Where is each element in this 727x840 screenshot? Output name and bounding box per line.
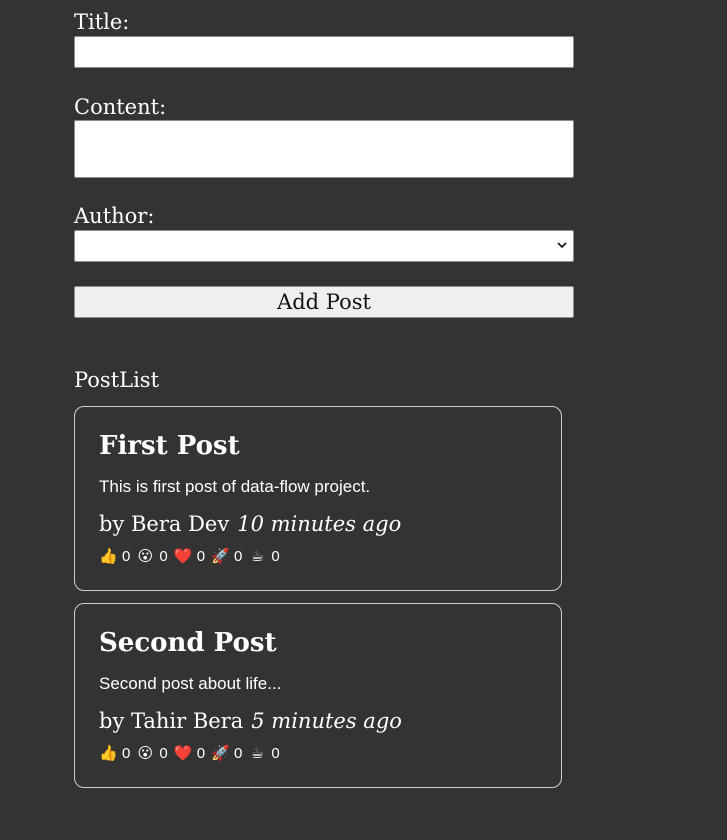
post-timestamp: 10 minutes ago (237, 512, 402, 536)
reaction-count: 0 (271, 547, 280, 565)
post-list-heading: PostList (74, 368, 160, 392)
reaction-count: 0 (159, 547, 168, 565)
reaction-count: 0 (271, 744, 280, 762)
rocket-icon: 🚀 (211, 547, 230, 565)
surprised-face-icon: 😮 (137, 744, 154, 762)
reaction-count: 0 (196, 744, 206, 762)
post-meta: by Bera Dev 10 minutes ago (99, 514, 401, 535)
author-label: Author: (74, 204, 155, 228)
surprised-face-icon: 😮 (137, 547, 154, 565)
chevron-down-icon (557, 239, 567, 251)
coffee-icon: ☕ (250, 547, 265, 565)
reaction-bar: 👍 0 😮 0 ❤️ 0 🚀 0 ☕ 0 (99, 547, 286, 565)
content-textarea[interactable] (74, 120, 574, 178)
heart-icon: ❤️ (173, 744, 193, 762)
reaction-surprised-button[interactable]: 😮 0 (136, 744, 168, 762)
add-post-button[interactable]: Add Post (74, 286, 574, 318)
reaction-count: 0 (122, 744, 131, 762)
post-content: This is first post of data-flow project. (99, 477, 371, 496)
post-title: Second Post (99, 628, 277, 658)
page: Title: Content: Author: Add Post PostLis… (0, 0, 727, 840)
thumbs-up-icon: 👍 (99, 744, 118, 762)
reaction-rocket-button[interactable]: 🚀 0 (211, 547, 242, 565)
reaction-count: 0 (234, 744, 243, 762)
reaction-count: 0 (196, 547, 206, 565)
post-meta: by Tahir Bera 5 minutes ago (99, 711, 402, 732)
reaction-rocket-button[interactable]: 🚀 0 (211, 744, 242, 762)
reaction-coffee-button[interactable]: ☕ 0 (248, 547, 280, 565)
post-content: Second post about life... (99, 674, 282, 693)
reaction-thumbs-up-button[interactable]: 👍 0 (99, 744, 130, 762)
post-card: First Post This is first post of data-fl… (74, 406, 562, 591)
reaction-count: 0 (122, 547, 131, 565)
reaction-heart-button[interactable]: ❤️ 0 (174, 547, 205, 565)
reaction-surprised-button[interactable]: 😮 0 (136, 547, 168, 565)
post-timestamp: 5 minutes ago (251, 709, 402, 733)
coffee-icon: ☕ (250, 744, 265, 762)
reaction-coffee-button[interactable]: ☕ 0 (248, 744, 280, 762)
post-author: by Tahir Bera (99, 709, 244, 733)
content-label: Content: (74, 95, 167, 119)
post-card: Second Post Second post about life... by… (74, 603, 562, 788)
title-label: Title: (74, 10, 130, 34)
reaction-thumbs-up-button[interactable]: 👍 0 (99, 547, 130, 565)
rocket-icon: 🚀 (211, 744, 230, 762)
post-title: First Post (99, 431, 240, 461)
heart-icon: ❤️ (173, 547, 193, 565)
title-input[interactable] (74, 36, 574, 68)
reaction-count: 0 (159, 744, 168, 762)
post-author: by Bera Dev (99, 512, 230, 536)
author-select[interactable] (74, 230, 574, 262)
reaction-count: 0 (234, 547, 243, 565)
reaction-bar: 👍 0 😮 0 ❤️ 0 🚀 0 ☕ 0 (99, 744, 286, 762)
thumbs-up-icon: 👍 (99, 547, 118, 565)
reaction-heart-button[interactable]: ❤️ 0 (174, 744, 205, 762)
